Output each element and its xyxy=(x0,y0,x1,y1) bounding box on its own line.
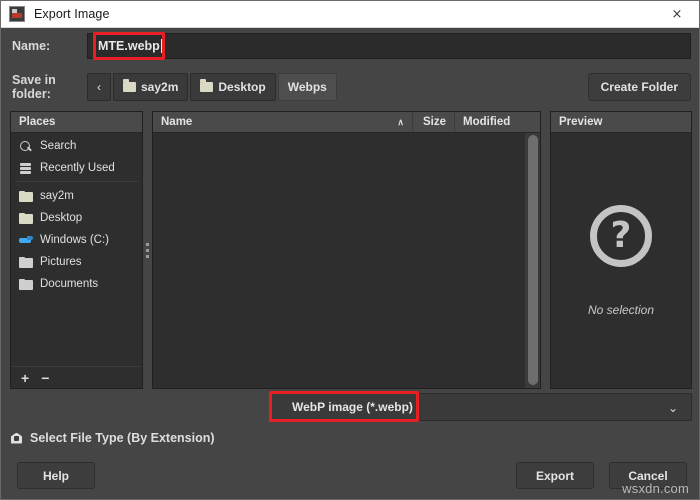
file-type-select[interactable]: WebP image (*.webp) ⌄ xyxy=(271,393,692,421)
file-list-panel: Name ∧ Size Modified xyxy=(152,111,541,389)
folder-icon xyxy=(19,192,33,202)
close-icon[interactable]: × xyxy=(655,1,699,27)
save-in-folder-label: Save in folder: xyxy=(2,73,87,101)
breadcrumb-item-say2m[interactable]: say2m xyxy=(113,73,188,101)
preview-header: Preview xyxy=(551,112,691,133)
column-label: Size xyxy=(423,116,446,128)
places-header: Places xyxy=(11,112,142,133)
breadcrumb-label: Desktop xyxy=(218,80,265,94)
search-icon xyxy=(19,140,33,153)
places-panel: Places Search Recently Used say2m Des xyxy=(10,111,143,389)
export-image-dialog: Export Image × Name: MTE.webp Save in fo… xyxy=(0,0,700,500)
name-row: Name: MTE.webp xyxy=(2,29,699,62)
sidebar-item-recently-used[interactable]: Recently Used xyxy=(11,157,142,179)
file-list-header: Name ∧ Size Modified xyxy=(153,112,540,133)
file-type-row: WebP image (*.webp) ⌄ xyxy=(1,393,700,423)
sidebar-item-label: Desktop xyxy=(40,212,82,224)
splitter-handle-icon xyxy=(146,243,149,258)
text-caret xyxy=(161,39,162,53)
sidebar-item-label: Search xyxy=(40,140,76,152)
file-list-scrollbar[interactable] xyxy=(525,133,540,388)
remove-place-button[interactable]: − xyxy=(41,370,49,386)
column-label: Modified xyxy=(463,116,510,128)
breadcrumb: ‹ say2m Desktop Webps xyxy=(87,73,337,101)
preview-panel: Preview ? No selection xyxy=(550,111,692,389)
export-button[interactable]: Export xyxy=(516,462,594,489)
sidebar-item-label: Documents xyxy=(40,278,98,290)
chevron-down-icon: ⌄ xyxy=(668,401,678,415)
gimp-icon xyxy=(9,6,25,22)
folder-icon xyxy=(200,82,213,92)
sidebar-item-windows-c[interactable]: Windows (C:) xyxy=(11,229,142,251)
preview-empty-text: No selection xyxy=(588,303,654,317)
folder-icon xyxy=(19,258,33,268)
sidebar-item-label: Windows (C:) xyxy=(40,234,109,246)
folder-icon xyxy=(19,214,33,224)
preview-gap xyxy=(541,111,550,389)
file-type-value: WebP image (*.webp) xyxy=(272,400,413,414)
add-place-button[interactable]: + xyxy=(21,370,29,386)
panel-splitter[interactable] xyxy=(143,111,152,389)
title-bar: Export Image × xyxy=(1,1,699,28)
question-mark-icon: ? xyxy=(590,205,652,267)
places-list: Search Recently Used say2m Desktop xyxy=(11,133,142,366)
sidebar-item-say2m[interactable]: say2m xyxy=(11,185,142,207)
save-in-folder-row: Save in folder: ‹ say2m Desktop Webps Cr… xyxy=(2,67,699,107)
sidebar-item-label: say2m xyxy=(40,190,74,202)
main-area: Places Search Recently Used say2m Des xyxy=(10,111,692,389)
select-file-type-expander[interactable]: Select File Type (By Extension) xyxy=(11,431,215,445)
watermark: wsxdn.com xyxy=(622,481,689,496)
expander-icon xyxy=(11,433,22,444)
sidebar-item-desktop[interactable]: Desktop xyxy=(11,207,142,229)
sidebar-item-documents[interactable]: Documents xyxy=(11,273,142,295)
recent-icon xyxy=(19,162,33,175)
file-list-body[interactable] xyxy=(153,133,540,388)
column-header-modified[interactable]: Modified xyxy=(455,112,540,132)
sidebar-item-label: Pictures xyxy=(40,256,82,268)
filename-input[interactable]: MTE.webp xyxy=(87,33,691,59)
sidebar-item-search[interactable]: Search xyxy=(11,135,142,157)
scrollbar-thumb[interactable] xyxy=(528,135,538,385)
name-label: Name: xyxy=(2,39,87,53)
sort-ascending-icon: ∧ xyxy=(397,117,404,128)
folder-icon xyxy=(19,280,33,290)
places-footer: + − xyxy=(11,366,142,388)
column-header-name[interactable]: Name ∧ xyxy=(153,112,413,132)
create-folder-button[interactable]: Create Folder xyxy=(588,73,691,101)
column-header-size[interactable]: Size xyxy=(413,112,455,132)
preview-body: ? No selection xyxy=(551,133,691,388)
sidebar-item-pictures[interactable]: Pictures xyxy=(11,251,142,273)
window-title: Export Image xyxy=(34,7,110,21)
breadcrumb-item-desktop[interactable]: Desktop xyxy=(190,73,275,101)
breadcrumb-label: Webps xyxy=(288,80,327,94)
breadcrumb-back-button[interactable]: ‹ xyxy=(87,73,111,101)
places-divider xyxy=(15,181,138,182)
breadcrumb-label: say2m xyxy=(141,80,178,94)
breadcrumb-item-webps[interactable]: Webps xyxy=(278,73,337,101)
drive-icon xyxy=(19,234,33,247)
filename-value: MTE.webp xyxy=(98,39,160,53)
expander-label: Select File Type (By Extension) xyxy=(30,431,215,445)
folder-icon xyxy=(123,82,136,92)
dialog-footer: Help Export Cancel xyxy=(2,454,699,498)
column-label: Name xyxy=(161,116,192,128)
help-button[interactable]: Help xyxy=(17,462,95,489)
sidebar-item-label: Recently Used xyxy=(40,162,115,174)
